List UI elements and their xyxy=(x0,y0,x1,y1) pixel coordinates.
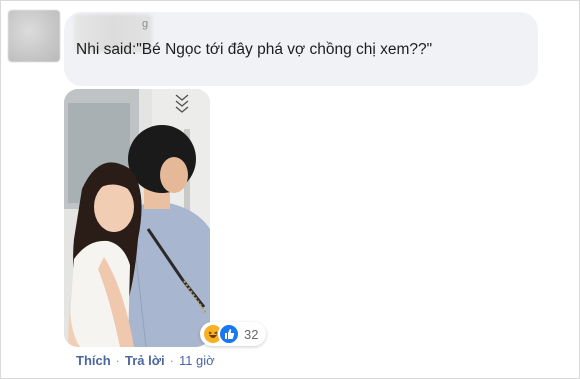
avatar[interactable] xyxy=(8,10,60,62)
author-name-tail: g xyxy=(142,18,149,30)
comment-text: Nhi said:"Bé Ngọc tới đây phá vợ chồng c… xyxy=(76,41,433,58)
like-icon xyxy=(218,323,240,345)
attached-photo[interactable] xyxy=(64,89,210,347)
reply-link[interactable]: Trả lời xyxy=(125,353,165,368)
separator: · xyxy=(115,353,121,368)
like-link[interactable]: Thích xyxy=(76,353,111,368)
reactions-pill[interactable]: 32 xyxy=(200,322,267,346)
timestamp-link[interactable]: 11 giờ xyxy=(179,353,215,368)
comment-actions: Thích · Trả lời · 11 giờ xyxy=(76,353,215,368)
reaction-count: 32 xyxy=(244,326,259,342)
separator: · xyxy=(169,353,174,368)
